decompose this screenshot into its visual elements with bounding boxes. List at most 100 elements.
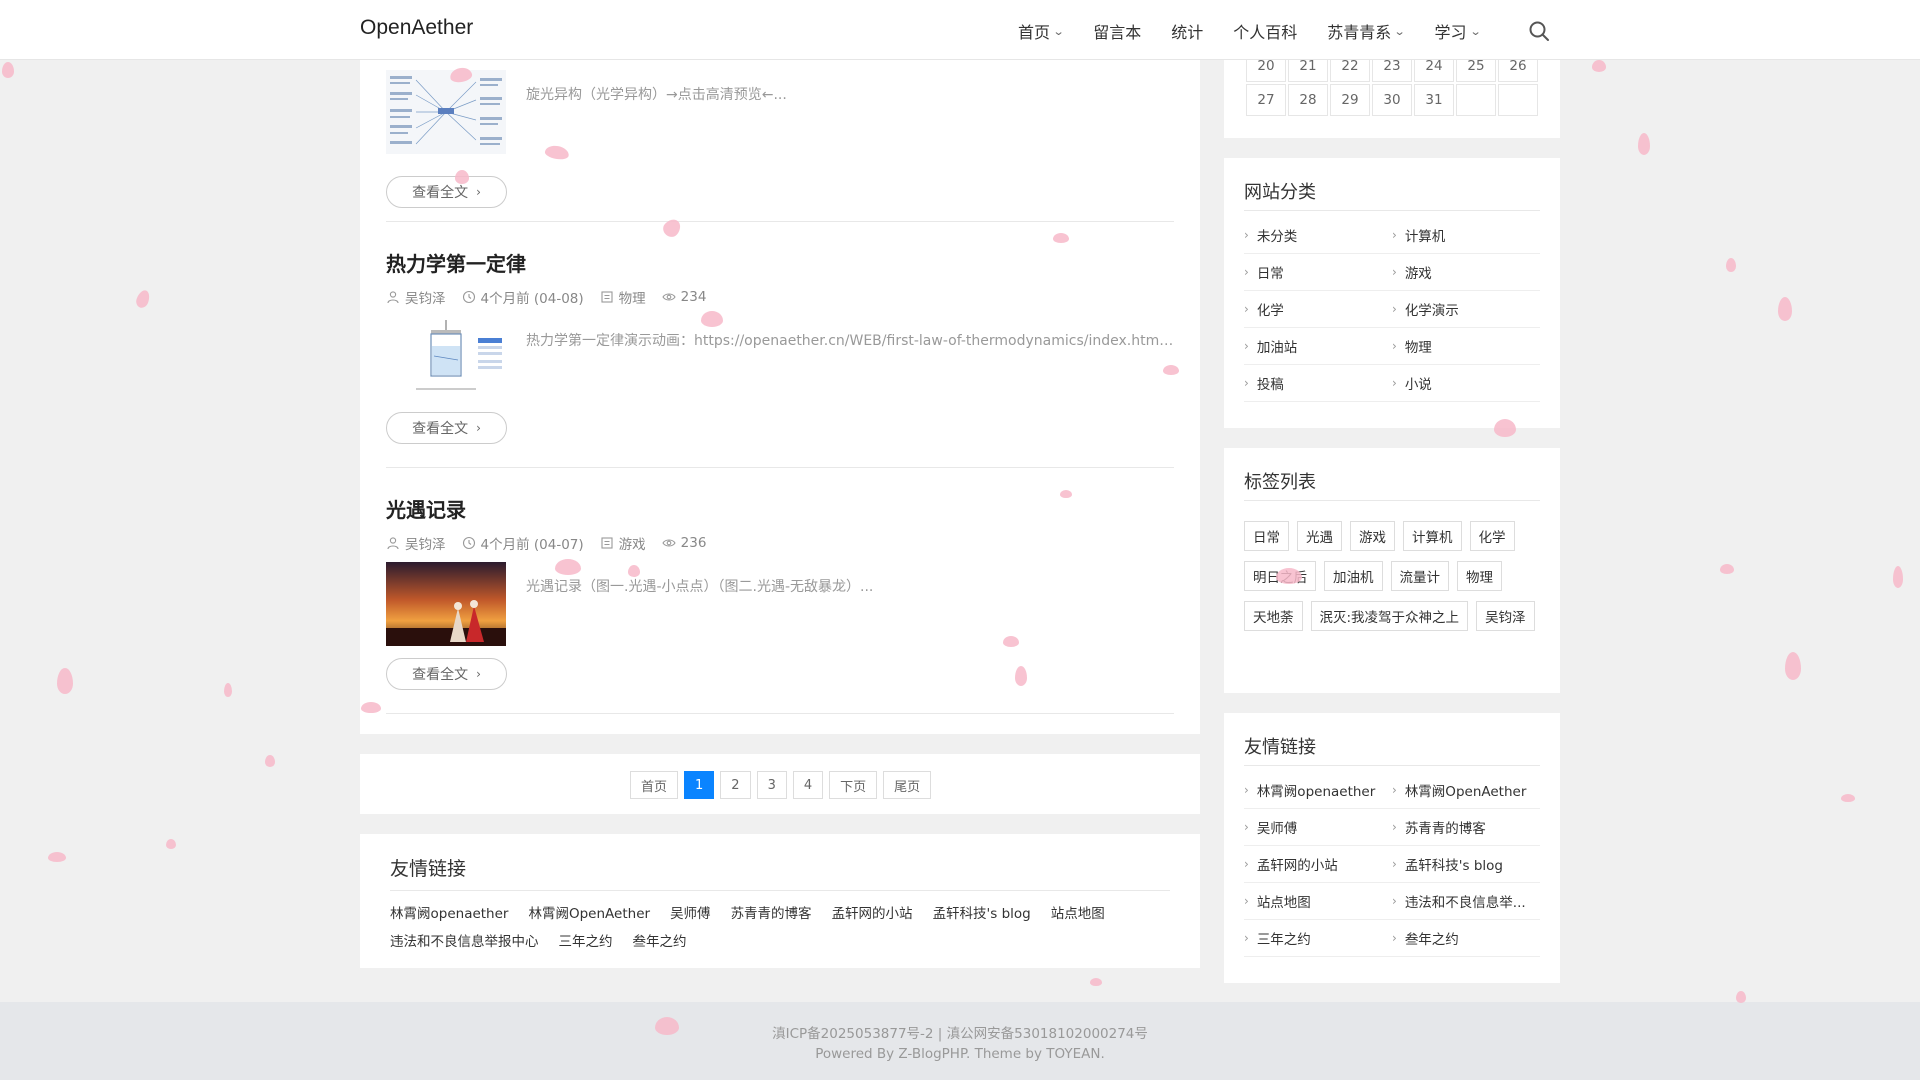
friend-link[interactable]: › 林霄阙openaether — [1244, 772, 1392, 809]
tag-link[interactable]: 化学 — [1469, 521, 1515, 551]
friend-link[interactable]: 站点地图 — [1051, 900, 1105, 928]
post-author[interactable]: 吴钧泽 — [386, 533, 446, 553]
nav-study[interactable]: 学习 ⌄ — [1434, 19, 1482, 43]
tag-link[interactable]: 物理 — [1457, 561, 1502, 591]
tag-link[interactable]: 日常 — [1244, 521, 1289, 551]
friend-link[interactable]: 三年之约 — [559, 928, 613, 956]
page-2[interactable]: 2 — [720, 771, 751, 799]
friend-link[interactable]: 孟轩网的小站 — [832, 900, 913, 928]
footer-icp[interactable]: 滇ICP备2025053877号-2 | 滇公网安备53018102000274… — [0, 1022, 1920, 1042]
nav-home[interactable]: 首页 ⌄ — [1018, 19, 1065, 43]
time-text: 4个月前 (04-07) — [480, 537, 584, 553]
friend-links-list: 林霄阙openaether 林霄阙OpenAether 吴师傅 苏青青的博客 孟… — [390, 900, 1170, 956]
category-link[interactable]: › 小说 — [1392, 365, 1540, 402]
tag-link[interactable]: 天地荼 — [1244, 601, 1303, 631]
author-name: 吴钧泽 — [405, 291, 446, 307]
post-title[interactable]: 热力学第一定律 — [386, 248, 1174, 277]
nav-stats[interactable]: 统计 — [1171, 19, 1203, 43]
friend-link[interactable]: 林霄阙OpenAether — [528, 900, 650, 928]
nav-suqingqing[interactable]: 苏青青系 ⌄ — [1327, 19, 1406, 43]
page-first[interactable]: 首页 — [630, 771, 679, 799]
read-more-button[interactable]: 查看全文 › — [386, 412, 507, 444]
friend-link[interactable]: › 孟轩网的小站 — [1244, 846, 1392, 883]
category-link[interactable]: › 物理 — [1392, 328, 1540, 365]
friend-link[interactable]: 叁年之约 — [633, 928, 687, 956]
read-more-button[interactable]: 查看全文 › — [386, 176, 507, 208]
post-thumbnail[interactable] — [386, 562, 506, 646]
post-category[interactable]: 物理 — [600, 287, 646, 307]
category-link[interactable]: › 化学 — [1244, 291, 1392, 328]
search-icon[interactable] — [1528, 20, 1550, 42]
calendar-day[interactable]: 30 — [1372, 84, 1412, 116]
nav-guestbook[interactable]: 留言本 — [1093, 19, 1141, 43]
friend-link[interactable]: › 站点地图 — [1244, 883, 1392, 920]
main-nav: 首页 ⌄ 留言本 统计 个人百科 苏青青系 ⌄ 学习 ⌄ — [1018, 19, 1510, 43]
eye-icon — [662, 539, 676, 547]
calendar-day[interactable]: 27 — [1246, 84, 1286, 116]
chevron-right-icon: › — [1244, 339, 1249, 353]
calendar-day[interactable]: 28 — [1288, 84, 1328, 116]
tag-link[interactable]: 光遇 — [1297, 521, 1342, 551]
friend-link[interactable]: › 违法和不良信息举... — [1392, 883, 1540, 920]
page-4[interactable]: 4 — [792, 771, 824, 799]
categories-widget: 网站分类 › 未分类 › 计算机 › 日常 › 游戏 › 化学 › 化学演示 › 加油站 › 物… — [1224, 158, 1560, 428]
site-brand[interactable]: OpenAether — [360, 16, 473, 40]
side-friend-links-list: › 林霄阙openaether › 林霄阙OpenAether › 吴师傅 › 苏青青的… — [1244, 772, 1540, 957]
read-more-button[interactable]: 查看全文 › — [386, 658, 507, 690]
category-link[interactable]: › 计算机 — [1392, 217, 1540, 254]
friend-link[interactable]: › 林霄阙OpenAether — [1392, 772, 1540, 809]
category-link[interactable]: › 化学演示 — [1392, 291, 1540, 328]
page-3[interactable]: 3 — [756, 771, 787, 799]
tag-link[interactable]: 游戏 — [1350, 521, 1395, 551]
category-label: 化学 — [1256, 303, 1284, 319]
friend-link[interactable]: 违法和不良信息举报中心 — [390, 928, 539, 956]
post-excerpt: 热力学第一定律演示动画：https://openaether.cn/WEB/fi… — [526, 333, 1174, 349]
tag-link[interactable]: 流量计 — [1390, 561, 1449, 591]
petal-decoration — [134, 288, 152, 310]
tag-link[interactable]: 加油机 — [1324, 561, 1383, 591]
post-author[interactable]: 吴钧泽 — [386, 287, 446, 307]
page-last[interactable]: 尾页 — [883, 771, 932, 799]
nav-study-label: 学习 — [1434, 23, 1467, 42]
page-1[interactable]: 1 — [684, 771, 715, 799]
category-label: 加油站 — [1256, 340, 1298, 356]
read-more-label: 查看全文 — [412, 185, 469, 201]
tags-title: 标签列表 — [1244, 472, 1316, 493]
nav-wiki[interactable]: 个人百科 — [1233, 19, 1297, 43]
category-link[interactable]: › 加油站 — [1244, 328, 1392, 365]
friend-link[interactable]: 吴师傅 — [670, 900, 711, 928]
post-thumbnail[interactable] — [386, 316, 506, 400]
friend-link[interactable]: › 三年之约 — [1244, 920, 1392, 957]
friend-link[interactable]: › 苏青青的博客 — [1392, 809, 1540, 846]
tag-link[interactable]: 明日之后 — [1244, 561, 1316, 591]
tag-link[interactable]: 泯灭:我凌驾于众神之上 — [1310, 601, 1469, 631]
post-title[interactable]: 光遇记录 — [386, 494, 1174, 523]
category-link[interactable]: › 日常 — [1244, 254, 1392, 291]
post-thumbnail[interactable] — [386, 70, 506, 154]
category-label: 游戏 — [1404, 266, 1432, 282]
category-link[interactable]: › 投稿 — [1244, 365, 1392, 402]
friend-link[interactable]: › 叁年之约 — [1392, 920, 1540, 957]
post-list: 旋光异构（光学异构）→点击高清预览←... 查看全文 › 热力学第一定律 吴钧泽 … — [360, 60, 1200, 734]
calendar-day-empty — [1498, 84, 1538, 116]
post-divider — [386, 467, 1174, 468]
tags-widget: 标签列表 日常 光遇 游戏 计算机 化学 明日之后 加油机 流量计 物理 天地荼… — [1224, 448, 1560, 693]
footer-powered[interactable]: Powered By Z-BlogPHP. Theme by TOYEAN. — [0, 1046, 1920, 1062]
calendar-day[interactable]: 31 — [1414, 84, 1454, 116]
category-link[interactable]: › 未分类 — [1244, 217, 1392, 254]
page-next[interactable]: 下页 — [829, 771, 878, 799]
post-category[interactable]: 游戏 — [600, 533, 646, 553]
friend-link[interactable]: › 孟轩科技's blog — [1392, 846, 1540, 883]
chevron-right-icon: › — [1244, 783, 1249, 797]
friend-link[interactable]: 孟轩科技's blog — [933, 900, 1031, 928]
category-link[interactable]: › 游戏 — [1392, 254, 1540, 291]
tag-link[interactable]: 计算机 — [1403, 521, 1462, 551]
category-label: 化学演示 — [1404, 303, 1459, 319]
friend-link[interactable]: 苏青青的博客 — [731, 900, 812, 928]
friend-link[interactable]: 林霄阙openaether — [390, 900, 508, 928]
category-label: 日常 — [1256, 266, 1284, 282]
chevron-right-icon: › — [1392, 228, 1397, 242]
friend-link[interactable]: › 吴师傅 — [1244, 809, 1392, 846]
calendar-day[interactable]: 29 — [1330, 84, 1370, 116]
tag-link[interactable]: 吴钧泽 — [1476, 601, 1535, 631]
